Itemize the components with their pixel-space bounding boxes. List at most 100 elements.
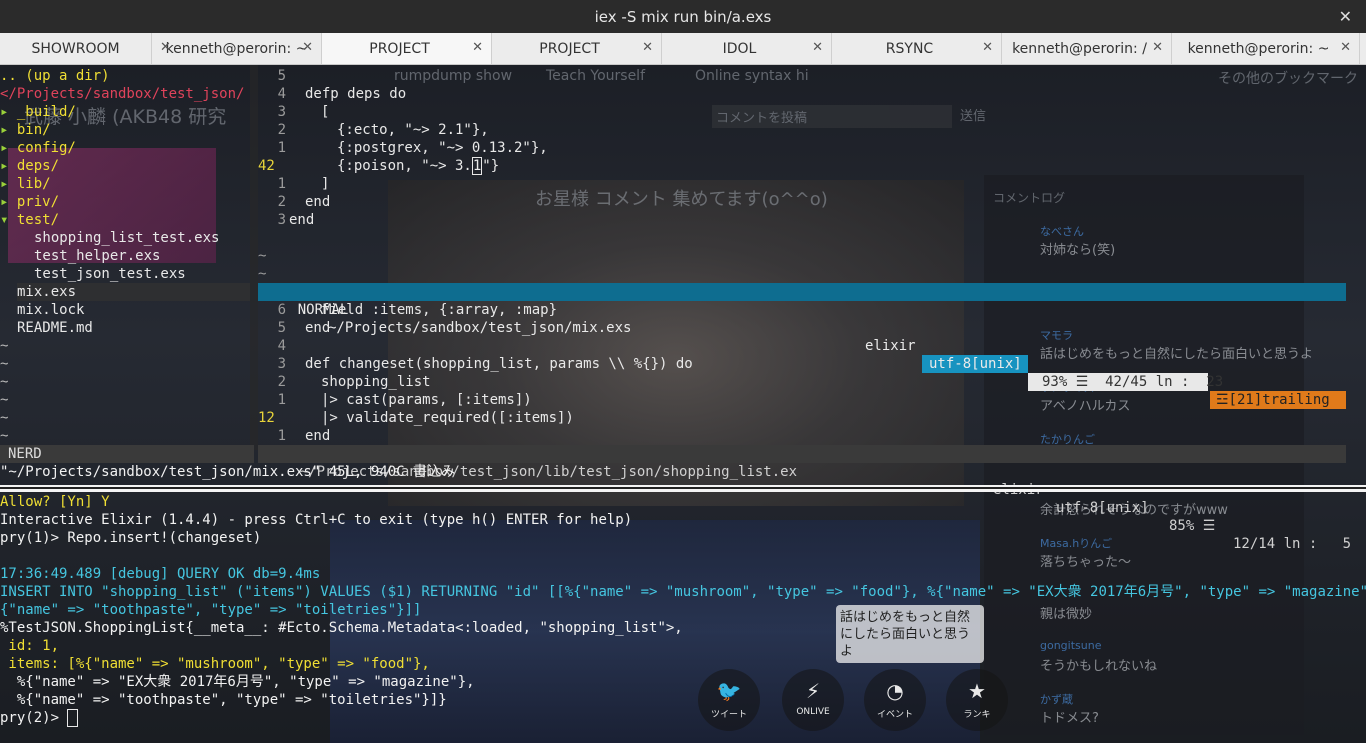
tab-rsync[interactable]: RSYNC ✕ bbox=[832, 33, 1002, 64]
iex-output-line: %{"name" => "EX大衆 2017年6月号", "type" => "… bbox=[0, 674, 475, 690]
tree-up-label: .. (up a dir) bbox=[0, 68, 110, 84]
tree-dir-label: config/ bbox=[16, 140, 76, 156]
code-line[interactable]: |> cast(params, [:items]) bbox=[321, 391, 532, 409]
close-icon[interactable]: ✕ bbox=[302, 40, 313, 55]
comment-message: 親は微妙 bbox=[1040, 607, 1093, 622]
close-icon[interactable]: ✕ bbox=[160, 40, 171, 55]
tree-dir-label: priv/ bbox=[16, 194, 60, 210]
code-line[interactable]: ] bbox=[321, 175, 329, 193]
tab-showroom[interactable]: SHOWROOM bbox=[0, 33, 152, 64]
event-label: イベント bbox=[876, 710, 913, 720]
code-line[interactable]: end bbox=[289, 211, 314, 229]
tree-dir[interactable]: ▸ config/ bbox=[0, 139, 76, 157]
code-line[interactable]: |> validate_required([:items]) bbox=[321, 409, 574, 427]
code-line[interactable]: shopping_list bbox=[321, 373, 431, 391]
tab-kenneth-root[interactable]: kenneth@perorin: / ✕ bbox=[1002, 33, 1172, 64]
statusline-inactive: ~/Projects/sandbox/test_json/lib/test_js… bbox=[258, 445, 1351, 552]
tree-dir-label: lib/ bbox=[16, 176, 51, 192]
code-text: {:poison, "~> 3. bbox=[337, 158, 472, 174]
terminal-cursor bbox=[67, 709, 79, 727]
iex-output-line: Allow? [Yn] Y bbox=[0, 494, 110, 510]
tree-dir[interactable]: ▸ deps/ bbox=[0, 157, 59, 175]
comment-message: トドメス? bbox=[1040, 711, 1099, 726]
tab-kenneth-home[interactable]: ✕ kenneth@perorin: ~ ✕ bbox=[152, 33, 322, 64]
tree-dir[interactable]: ▸ bin/ bbox=[0, 121, 51, 139]
close-icon[interactable]: ✕ bbox=[982, 40, 993, 55]
code-line-cursor[interactable]: {:poison, "~> 3.1"} bbox=[337, 157, 499, 175]
comment-user: かず蔵 bbox=[1040, 693, 1073, 706]
bolt-icon: ⚡ bbox=[805, 679, 821, 703]
onlive-label: ONLIVE bbox=[796, 707, 830, 717]
iex-prompt[interactable]: pry(2)> bbox=[0, 709, 79, 727]
iex-output-line: INSERT INTO "shopping_list" ("items") VA… bbox=[0, 584, 1366, 600]
tab-kenneth-home-2[interactable]: kenneth@perorin: ~ ✕ bbox=[1172, 33, 1360, 64]
comment-user: なべさん bbox=[1040, 225, 1084, 238]
iex-output-line: Interactive Elixir (1.4.4) - press Ctrl+… bbox=[0, 512, 633, 528]
comment-user: gongitsune bbox=[1040, 639, 1102, 652]
comment-message: 対姉なら(笑) bbox=[1040, 243, 1116, 258]
position-box: 93% ☰ 42/45 ln : 23 bbox=[1028, 373, 1223, 391]
tree-file[interactable]: README.md bbox=[17, 319, 93, 337]
code-line[interactable]: end bbox=[305, 193, 330, 211]
iex-output-line: items: [%{"name" => "mushroom", "type" =… bbox=[0, 656, 430, 672]
trailing-warning: ☲[21]trailing bbox=[1210, 391, 1346, 409]
comment-message: アベノハルカス bbox=[1040, 399, 1131, 414]
tab-project[interactable]: PROJECT ✕ bbox=[492, 33, 662, 64]
tree-file-selected[interactable]: mix.exs bbox=[17, 283, 250, 301]
current-line-number: 12 bbox=[258, 410, 275, 426]
ranking-button: ★ ランキ bbox=[946, 669, 1008, 731]
vim-command-line: "~/Projects/sandbox/test_json/mix.exs" 4… bbox=[0, 464, 456, 480]
code-line[interactable]: end bbox=[305, 427, 330, 445]
file-encoding: utf-8[unix] bbox=[922, 355, 1028, 373]
iex-output-line: %{"name" => "toothpaste", "type" => "toi… bbox=[0, 692, 447, 708]
close-icon[interactable]: ✕ bbox=[812, 40, 823, 55]
tree-dir-label: bin/ bbox=[16, 122, 51, 138]
close-icon[interactable]: ✕ bbox=[1340, 40, 1351, 55]
close-icon[interactable]: ✕ bbox=[472, 40, 483, 55]
file-path: ~/Projects/sandbox/test_json/mix.exs bbox=[328, 320, 632, 336]
tab-idol[interactable]: IDOL ✕ bbox=[662, 33, 832, 64]
bird-icon: 🐦 bbox=[716, 679, 742, 703]
close-icon[interactable]: ✕ bbox=[1152, 40, 1163, 55]
tab-label: PROJECT bbox=[369, 40, 430, 57]
code-line[interactable]: [ bbox=[321, 103, 329, 121]
close-icon[interactable]: ✕ bbox=[1339, 7, 1352, 26]
empty-line: ~ bbox=[258, 266, 267, 282]
line-number: 2 bbox=[277, 122, 286, 138]
tree-dir[interactable]: ▸ priv/ bbox=[0, 193, 59, 211]
tree-dir[interactable]: ▸ _build/ bbox=[0, 103, 76, 121]
window-titlebar: iex -S mix run bin/a.exs ✕ bbox=[0, 0, 1366, 34]
code-line[interactable]: def changeset(shopping_list, params \\ %… bbox=[305, 355, 693, 373]
stream-caption: お星様 コメント 集めてます(o^^o) bbox=[535, 189, 828, 210]
text-cursor: 1 bbox=[471, 157, 483, 175]
code-line[interactable]: {:ecto, "~> 2.1"}, bbox=[337, 121, 489, 139]
line-number: 6 bbox=[277, 302, 286, 318]
event-button: ◔ イベント bbox=[864, 669, 926, 731]
tree-dir-open[interactable]: ▾ test/ bbox=[0, 211, 59, 229]
tree-file[interactable]: test_json_test.exs bbox=[34, 265, 186, 283]
tab-label: IDOL bbox=[722, 40, 757, 57]
file-type: elixir bbox=[865, 338, 916, 354]
line-number: 1 bbox=[277, 176, 286, 192]
line-number: 3 bbox=[277, 104, 286, 120]
code-line[interactable]: end bbox=[305, 319, 330, 337]
tree-dir[interactable]: ▸ lib/ bbox=[0, 175, 51, 193]
tree-file[interactable]: shopping_list_test.exs bbox=[34, 229, 219, 247]
tree-file[interactable]: test_helper.exs bbox=[34, 247, 160, 265]
tab-label: PROJECT bbox=[539, 40, 600, 57]
tweet-button: 🐦 ツイート bbox=[698, 669, 760, 731]
tweet-label: ツイート bbox=[710, 710, 747, 720]
cursor-position: 12/14 ln : 5 bbox=[1233, 536, 1352, 552]
scroll-percent: 93% ☰ bbox=[1042, 374, 1089, 390]
code-line[interactable]: field :items, {:array, :map} bbox=[321, 301, 557, 319]
tree-file[interactable]: mix.lock bbox=[17, 301, 84, 319]
tab-label: SHOWROOM bbox=[31, 40, 120, 57]
code-line[interactable]: defp deps do bbox=[305, 85, 406, 103]
statusline-active: NORMAL ~/Projects/sandbox/test_json/mix.… bbox=[258, 283, 1346, 409]
tmux-horizontal-split bbox=[0, 485, 1366, 492]
close-icon[interactable]: ✕ bbox=[642, 40, 653, 55]
tab-project-active[interactable]: PROJECT ✕ bbox=[322, 33, 492, 64]
terminal-area[interactable]: rumpdump show Teach Yourself Online synt… bbox=[0, 65, 1366, 743]
code-line[interactable]: {:postgrex, "~> 0.13.2"}, bbox=[337, 139, 548, 157]
tree-up-dir[interactable]: .. (up a dir) bbox=[0, 67, 110, 85]
